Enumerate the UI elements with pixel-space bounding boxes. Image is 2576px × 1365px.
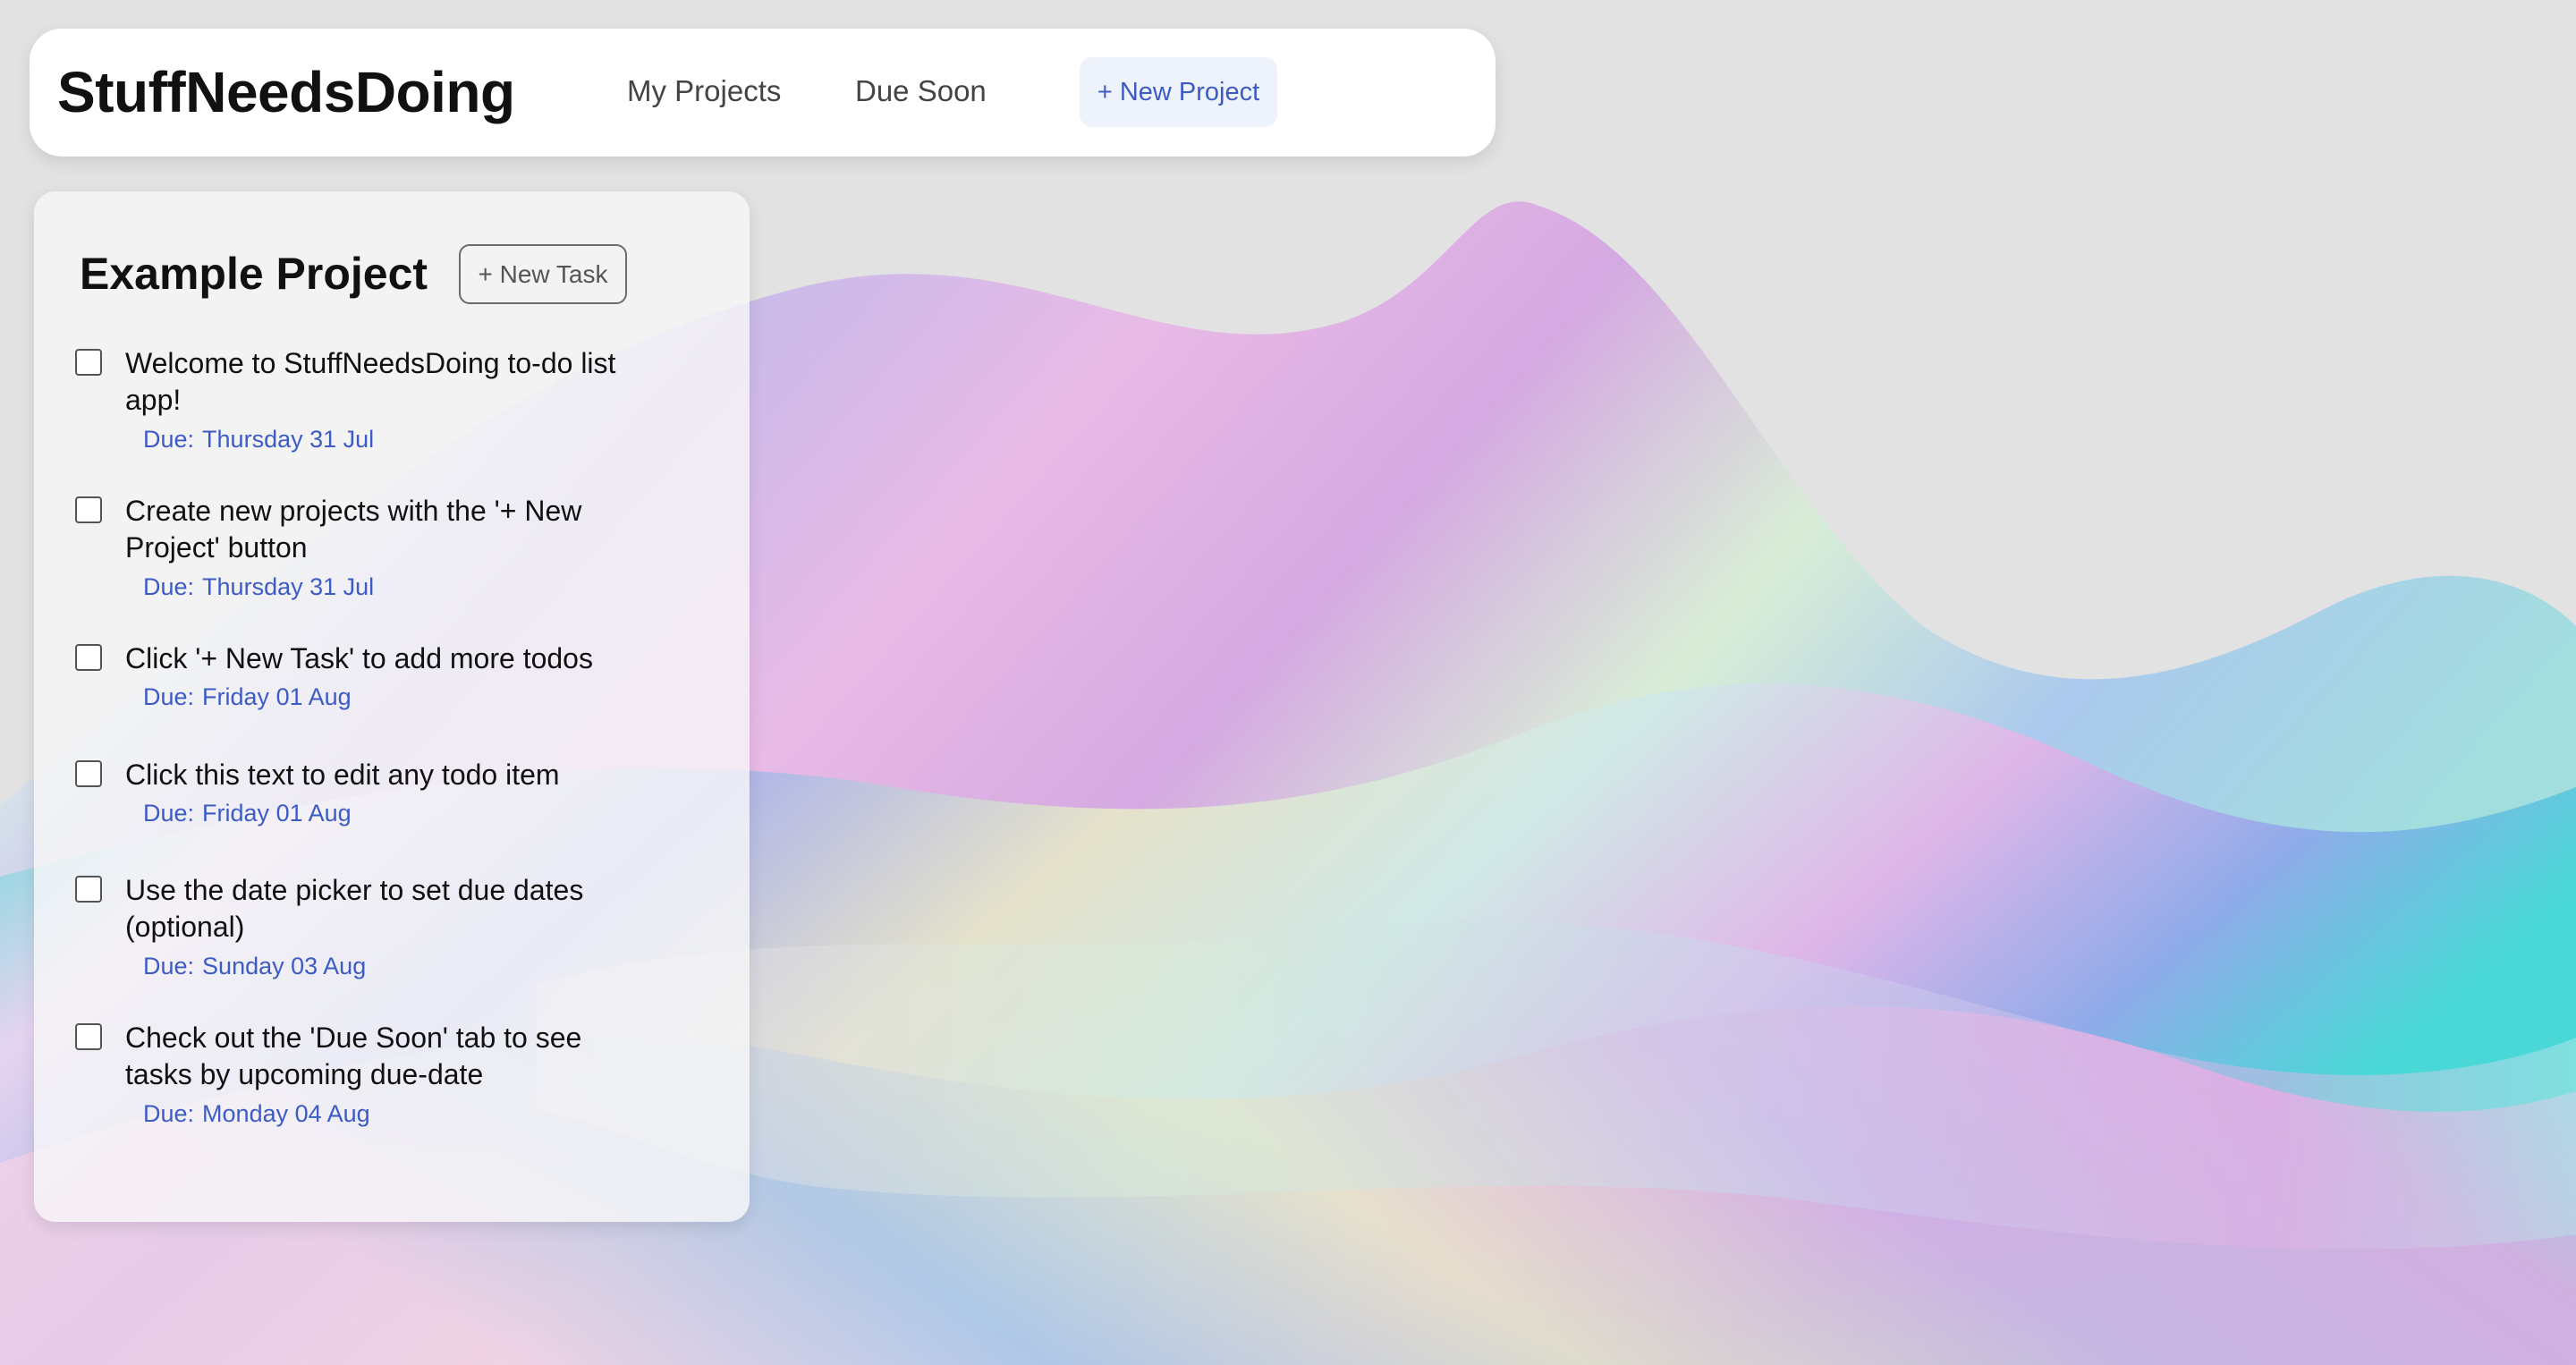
due-label: Due: bbox=[143, 800, 195, 827]
task-text[interactable]: Welcome to StuffNeedsDoing to-do list ap… bbox=[125, 345, 653, 419]
due-label: Due: bbox=[143, 953, 195, 979]
task-checkbox[interactable] bbox=[75, 760, 102, 787]
due-label: Due: bbox=[143, 1100, 195, 1127]
app-logo[interactable]: StuffNeedsDoing bbox=[57, 61, 515, 124]
nav-my-projects[interactable]: My Projects bbox=[627, 73, 781, 109]
due-date-value: Monday 04 Aug bbox=[202, 1100, 370, 1127]
task-due-date[interactable]: Due: Sunday 03 Aug bbox=[143, 952, 366, 980]
due-date-value: Thursday 31 Jul bbox=[202, 573, 375, 600]
due-date-value: Sunday 03 Aug bbox=[202, 953, 367, 979]
task-due-date[interactable]: Due: Thursday 31 Jul bbox=[143, 425, 374, 454]
task-checkbox[interactable] bbox=[75, 876, 102, 903]
task-checkbox[interactable] bbox=[75, 349, 102, 376]
task-due-date[interactable]: Due: Friday 01 Aug bbox=[143, 682, 352, 711]
top-navbar: StuffNeedsDoing My Projects Due Soon + N… bbox=[30, 29, 1496, 157]
due-date-value: Thursday 31 Jul bbox=[202, 426, 375, 453]
task-text[interactable]: Create new projects with the '+ New Proj… bbox=[125, 493, 653, 566]
new-project-button[interactable]: + New Project bbox=[1080, 57, 1277, 127]
due-label: Due: bbox=[143, 573, 195, 600]
task-due-date[interactable]: Due: Monday 04 Aug bbox=[143, 1099, 370, 1128]
task-checkbox[interactable] bbox=[75, 1023, 102, 1050]
task-checkbox[interactable] bbox=[75, 496, 102, 523]
task-checkbox[interactable] bbox=[75, 644, 102, 671]
due-label: Due: bbox=[143, 683, 195, 710]
task-due-date[interactable]: Due: Thursday 31 Jul bbox=[143, 572, 374, 601]
due-label: Due: bbox=[143, 426, 195, 453]
project-card: Example Project + New Task Welcome to St… bbox=[34, 191, 750, 1222]
task-due-date[interactable]: Due: Friday 01 Aug bbox=[143, 799, 352, 827]
due-date-value: Friday 01 Aug bbox=[202, 800, 352, 827]
task-text[interactable]: Use the date picker to set due dates (op… bbox=[125, 872, 653, 945]
due-date-value: Friday 01 Aug bbox=[202, 683, 352, 710]
nav-due-soon[interactable]: Due Soon bbox=[855, 73, 987, 109]
task-list: Welcome to StuffNeedsDoing to-do list ap… bbox=[34, 191, 750, 1222]
task-text[interactable]: Click this text to edit any todo item bbox=[125, 757, 653, 793]
task-text[interactable]: Click '+ New Task' to add more todos bbox=[125, 640, 653, 677]
task-text[interactable]: Check out the 'Due Soon' tab to see task… bbox=[125, 1020, 653, 1093]
